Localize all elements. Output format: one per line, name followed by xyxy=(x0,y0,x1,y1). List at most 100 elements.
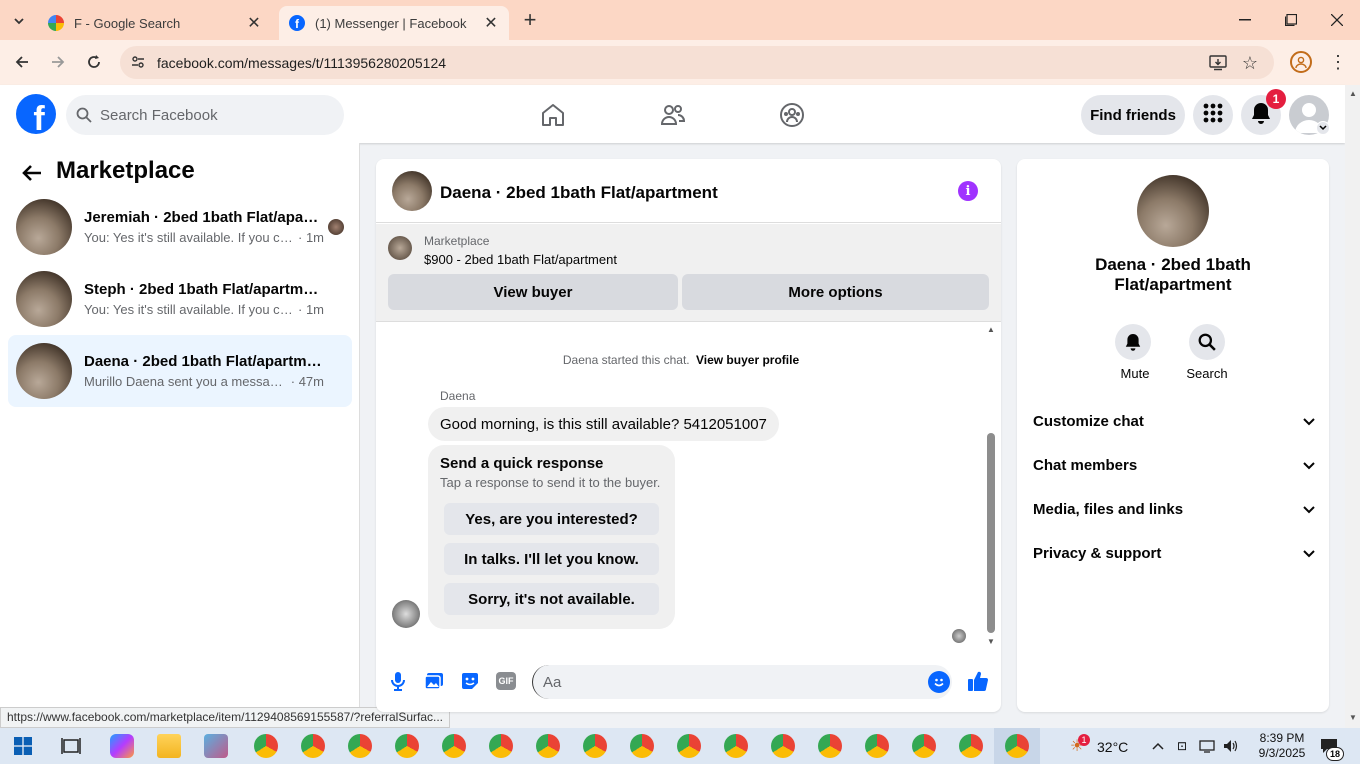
photo-icon[interactable] xyxy=(424,671,444,691)
clock-date[interactable]: 9/3/2025 xyxy=(1254,746,1310,760)
chat-title[interactable]: Daena · 2bed 1bath Flat/apartment xyxy=(440,183,718,203)
maximize-icon[interactable] xyxy=(1278,8,1304,32)
details-avatar[interactable] xyxy=(1137,175,1209,247)
message-bubble[interactable]: Good morning, is this still available? 5… xyxy=(428,407,779,441)
bookmark-star-icon[interactable]: ☆ xyxy=(1240,53,1260,73)
back-arrow-icon[interactable] xyxy=(18,159,46,187)
thread-item[interactable]: Jeremiah · 2bed 1bath Flat/apartment You… xyxy=(8,191,352,263)
mute-button[interactable]: Mute xyxy=(1113,324,1157,381)
friends-nav-icon[interactable] xyxy=(658,100,688,130)
composer: GIF Aa xyxy=(376,659,1001,709)
back-icon[interactable] xyxy=(10,50,34,74)
close-window-icon[interactable] xyxy=(1324,8,1350,32)
groups-nav-icon[interactable] xyxy=(777,100,807,130)
gif-icon[interactable]: GIF xyxy=(496,672,516,690)
chrome-icon[interactable] xyxy=(630,734,654,758)
chrome-icon[interactable] xyxy=(254,734,278,758)
new-tab-icon[interactable]: + xyxy=(518,7,542,32)
clock-time[interactable]: 8:39 PM xyxy=(1254,731,1310,745)
media-files-links-section[interactable]: Media, files and links xyxy=(1033,494,1315,524)
message-input[interactable]: Aa xyxy=(532,665,952,699)
chat-start-notice: Daena started this chat. View buyer prof… xyxy=(376,353,986,367)
sticker-icon[interactable] xyxy=(460,671,480,691)
chat-members-section[interactable]: Chat members xyxy=(1033,450,1315,480)
chrome-icon[interactable] xyxy=(724,734,748,758)
facebook-logo-icon[interactable]: f xyxy=(16,94,56,134)
scroll-down-arrow-icon[interactable]: ▼ xyxy=(987,637,995,646)
chrome-icon[interactable] xyxy=(677,734,701,758)
copilot-icon[interactable] xyxy=(110,734,134,758)
reload-icon[interactable] xyxy=(82,50,106,74)
privacy-support-section[interactable]: Privacy & support xyxy=(1033,538,1315,568)
tab-google-search[interactable]: F - Google Search ✕ xyxy=(38,6,272,40)
quick-response-button[interactable]: Yes, are you interested? xyxy=(444,503,659,535)
tab-messenger[interactable]: f (1) Messenger | Facebook ✕ xyxy=(279,6,509,40)
volume-icon[interactable] xyxy=(1222,738,1240,754)
address-bar[interactable]: facebook.com/messages/t/1113956280205124… xyxy=(120,46,1274,79)
scroll-up-arrow-icon[interactable]: ▲ xyxy=(1349,89,1357,98)
profile-icon[interactable] xyxy=(1290,51,1312,73)
chat-panel: Daena · 2bed 1bath Flat/apartment i Mark… xyxy=(376,159,1001,712)
minimize-icon[interactable] xyxy=(1232,8,1258,32)
listing-thumbnail[interactable] xyxy=(388,236,412,260)
chrome-icon[interactable] xyxy=(536,734,560,758)
chrome-icon[interactable] xyxy=(771,734,795,758)
chrome-icon[interactable] xyxy=(583,734,607,758)
customize-chat-section[interactable]: Customize chat xyxy=(1033,406,1315,436)
search-placeholder: Search Facebook xyxy=(100,106,218,124)
close-tab-icon[interactable]: ✕ xyxy=(246,13,262,33)
search-input[interactable]: Search Facebook xyxy=(66,95,344,135)
bell-icon xyxy=(1115,324,1151,360)
emoji-icon[interactable] xyxy=(928,671,950,693)
chrome-icon[interactable] xyxy=(818,734,842,758)
notification-badge: 1 xyxy=(1266,89,1286,109)
browser-menu-icon[interactable]: ⋮ xyxy=(1328,50,1348,74)
message-scrollbar[interactable]: ▲ ▼ xyxy=(984,323,998,653)
scroll-thumb[interactable] xyxy=(987,433,995,633)
page-scrollbar[interactable]: ▲ ▼ xyxy=(1345,85,1360,728)
chevron-up-icon[interactable] xyxy=(1150,738,1166,754)
info-icon[interactable]: i xyxy=(958,181,978,201)
chrome-icon[interactable] xyxy=(959,734,983,758)
chrome-icon[interactable] xyxy=(865,734,889,758)
app-icon[interactable] xyxy=(204,734,228,758)
thread-item[interactable]: Steph · 2bed 1bath Flat/apartment You: Y… xyxy=(8,263,352,335)
chrome-icon[interactable] xyxy=(442,734,466,758)
tab-search-icon[interactable] xyxy=(8,10,30,32)
view-buyer-button[interactable]: View buyer xyxy=(388,274,678,310)
file-explorer-icon[interactable] xyxy=(157,734,181,758)
chrome-icon[interactable] xyxy=(395,734,419,758)
account-chevron-down-icon[interactable] xyxy=(1316,121,1330,135)
chat-avatar[interactable] xyxy=(392,171,432,211)
task-view-icon[interactable] xyxy=(60,736,82,756)
site-info-icon[interactable] xyxy=(130,54,146,70)
thumbs-up-icon[interactable] xyxy=(966,669,990,693)
find-friends-button[interactable]: Find friends xyxy=(1081,95,1185,135)
chrome-icon[interactable] xyxy=(348,734,372,758)
scroll-down-arrow-icon[interactable]: ▼ xyxy=(1349,713,1357,722)
search-chat-button[interactable]: Search xyxy=(1183,324,1231,381)
chrome-icon[interactable] xyxy=(301,734,325,758)
scroll-up-arrow-icon[interactable]: ▲ xyxy=(987,325,995,334)
forward-icon[interactable] xyxy=(46,50,70,74)
url-text: facebook.com/messages/t/1113956280205124 xyxy=(157,54,447,71)
thread-item-selected[interactable]: Daena · 2bed 1bath Flat/apartment Murill… xyxy=(8,335,352,407)
listing-title[interactable]: $900 - 2bed 1bath Flat/apartment xyxy=(424,252,617,267)
view-buyer-profile-link[interactable]: View buyer profile xyxy=(696,353,799,367)
active-app-highlight[interactable] xyxy=(994,728,1040,764)
close-tab-icon[interactable]: ✕ xyxy=(483,13,499,33)
meet-now-icon[interactable]: ⊡ xyxy=(1174,738,1190,754)
quick-response-button[interactable]: In talks. I'll let you know. xyxy=(444,543,659,575)
home-nav-icon[interactable] xyxy=(538,100,568,130)
thread-time: · 1m xyxy=(298,230,324,245)
install-app-icon[interactable] xyxy=(1208,53,1228,73)
windows-start-icon[interactable] xyxy=(14,737,32,755)
menu-grid-button[interactable] xyxy=(1193,95,1233,135)
chrome-icon[interactable] xyxy=(912,734,936,758)
more-options-button[interactable]: More options xyxy=(682,274,989,310)
network-icon[interactable] xyxy=(1198,738,1216,754)
temperature[interactable]: 32°C xyxy=(1097,739,1128,755)
quick-response-button[interactable]: Sorry, it's not available. xyxy=(444,583,659,615)
chrome-icon[interactable] xyxy=(489,734,513,758)
microphone-icon[interactable] xyxy=(388,671,408,691)
